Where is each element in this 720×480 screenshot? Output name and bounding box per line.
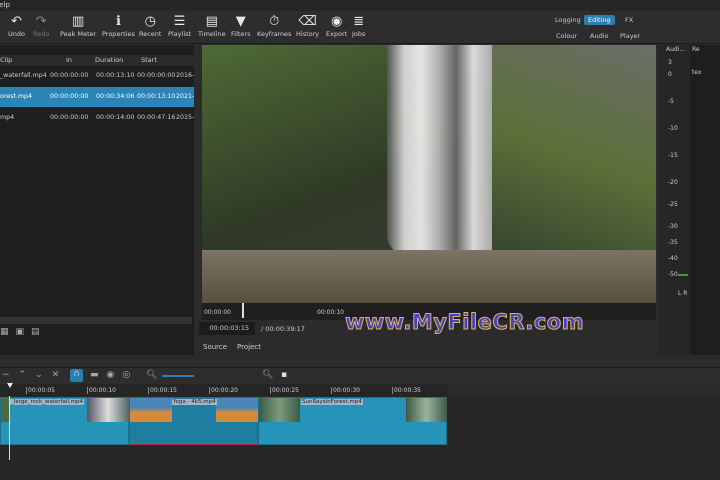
meter-scale-label: -35 [668, 239, 678, 246]
workspace-colour[interactable]: Colour [552, 31, 581, 41]
tab-project[interactable]: Project [237, 343, 261, 351]
recent-title: Re [692, 46, 700, 53]
cell-in: 00:00:00:00 [50, 72, 89, 79]
menu-help[interactable]: Help [0, 1, 10, 9]
meter-scale-label: -40 [668, 255, 678, 262]
cell-date: 2015-0 [176, 114, 194, 121]
meter-scale-label: -10 [668, 125, 678, 132]
meter-level-bar [678, 274, 688, 276]
tab-source[interactable]: Source [203, 343, 227, 351]
playlist-row[interactable]: orest.mp4 00:00:00:00 00:00:34:06 00:00:13:… [0, 87, 194, 107]
workspace-logging[interactable]: Logging [551, 15, 585, 25]
playlist-row[interactable]: mp4 00:00:00:00 00:00:14:00 00:00:47:16 2015… [0, 108, 194, 128]
cell-start: 00:00:13:10 [137, 93, 176, 100]
timeline-clip[interactable]: Yoga - 4k5.mp4 [129, 397, 258, 445]
zoom-in-icon[interactable]: 🔍︎ [262, 370, 273, 380]
recent-panel: Re tex [690, 45, 720, 355]
total-duration: / 00:00:39:17 [261, 325, 305, 333]
col-start[interactable]: Start [141, 55, 157, 66]
cell-start: 00:00:47:16 [137, 114, 176, 121]
channel-labels: L R [678, 290, 688, 297]
snap-toggle[interactable]: ∩ [70, 369, 83, 382]
ripple-buttons[interactable]: ▬◉◎ [90, 370, 138, 380]
cell-date: 2016-0 [176, 72, 194, 79]
timeline-toolbar: −⌃⌄✕ ∩ ▬◉◎ 🔍︎ 🔍︎ ▪ [0, 367, 720, 384]
timeline-ruler[interactable]: 00:00:05 00:00:10 00:00:15 00:00:20 00:00:25… [0, 384, 448, 396]
timeline-ruler-label: 00:00:25 [270, 387, 299, 394]
cell-date: 2021-0 [176, 93, 194, 100]
watermark: www.MyFileCR.com [344, 310, 585, 335]
menu-bar: Help [0, 0, 720, 11]
playlist-row[interactable]: _waterfall.mp4 00:00:00:00 00:00:13:10 00:0… [0, 66, 194, 86]
workspace-switcher: Logging Editing FX Colour Audio Player [0, 11, 720, 44]
cell-duration: 00:00:14:00 [96, 114, 135, 121]
clip-label: _large_rock_waterfall.mp4 [10, 399, 85, 405]
ruler-label: 00:00:10 [317, 309, 344, 316]
zoom-fit-icon[interactable]: ▪ [281, 370, 287, 380]
timeline-ruler-label: 00:00:20 [209, 387, 238, 394]
playlist-panel: Clip In Duration Start _waterfall.mp4 00:… [0, 45, 194, 355]
col-duration[interactable]: Duration [95, 55, 123, 66]
workspace-editing[interactable]: Editing [584, 15, 615, 25]
cell-duration: 00:00:13:10 [96, 72, 135, 79]
col-in[interactable]: In [66, 55, 72, 66]
cell-start: 00:00:00:00 [137, 72, 176, 79]
timeline-ruler-label: 00:00:05 [26, 387, 55, 394]
player-tabs: Source Project [196, 340, 656, 354]
timeline-clip[interactable]: _large_rock_waterfall.mp4 [0, 397, 129, 445]
audio-meter-title: Audi... [666, 46, 686, 53]
meter-scale-label: 3 [668, 59, 672, 66]
meter-scale-label: -20 [668, 179, 678, 186]
meter-scale-label: 0 [668, 71, 672, 78]
cell-in: 00:00:00:00 [50, 114, 89, 121]
zoom-slider[interactable] [162, 375, 194, 377]
zoom-out-icon[interactable]: 🔍︎ [146, 370, 157, 380]
timeline-tracks: _large_rock_waterfall.mp4 Yoga - 4k5.mp4… [0, 396, 720, 480]
meter-scale-label: -15 [668, 152, 678, 159]
cell-clip: orest.mp4 [0, 93, 33, 100]
cell-in: 00:00:00:00 [50, 93, 89, 100]
playhead[interactable] [242, 303, 244, 318]
timeline-playhead[interactable] [9, 396, 10, 460]
col-clip[interactable]: Clip [0, 55, 12, 66]
horizontal-scrollbar[interactable] [0, 317, 192, 324]
video-preview[interactable] [202, 45, 656, 303]
workspace-player[interactable]: Player [616, 31, 644, 41]
clip-label: SunRaysInForest.mp4 [301, 399, 363, 405]
cell-duration: 00:00:34:06 [96, 93, 135, 100]
workspace-fx[interactable]: FX [621, 15, 637, 25]
clip-label: Yoga - 4k5.mp4 [172, 399, 217, 405]
meter-scale-label: -30 [668, 223, 678, 230]
playlist-header: Clip In Duration Start [0, 55, 194, 66]
recent-item[interactable]: tex [692, 69, 702, 76]
meter-scale-label: -50 [668, 271, 678, 278]
audio-meter: Audi... 3 0 -5 -10 -15 -20 -25 -30 -35 -40 -50 L R [658, 45, 690, 355]
timeline-edit-buttons[interactable]: −⌃⌄✕ [2, 370, 68, 380]
position-timecode[interactable]: 00:00:03:15 [199, 322, 255, 335]
workspace-audio[interactable]: Audio [586, 31, 612, 41]
meter-scale-label: -5 [668, 98, 674, 105]
cell-clip: mp4 [0, 114, 15, 121]
timeline-ruler-label: 00:00:30 [331, 387, 360, 394]
cell-clip: _waterfall.mp4 [0, 72, 47, 79]
timeline-clip[interactable]: SunRaysInForest.mp4 [258, 397, 447, 445]
ruler-label: 00:00:00 [204, 309, 231, 316]
timeline-ruler-label: 00:00:10 [87, 387, 116, 394]
view-mode-buttons[interactable]: ▦▣▤ [0, 327, 47, 337]
timeline-ruler-label: 00:00:15 [148, 387, 177, 394]
meter-scale-label: -25 [668, 201, 678, 208]
timeline-ruler-label: 00:00:35 [392, 387, 421, 394]
